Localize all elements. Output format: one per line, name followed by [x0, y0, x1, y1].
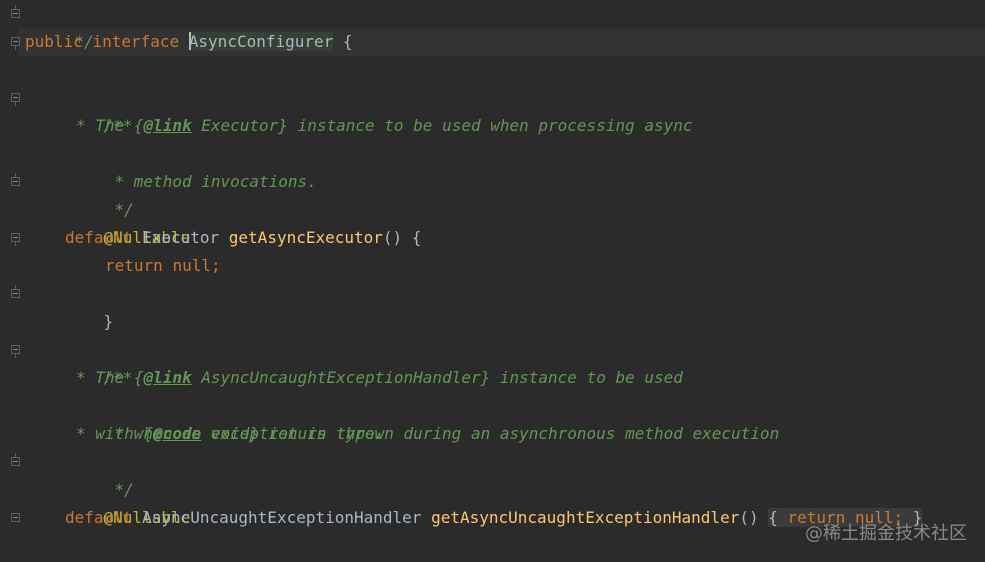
editor-gutter: [0, 0, 20, 562]
code-line[interactable]: */: [76, 448, 134, 499]
method-signature: () {: [382, 228, 422, 247]
keyword-interface: interface: [92, 32, 180, 51]
code-line[interactable]: return null;: [105, 252, 221, 280]
interface-name: AsyncConfigurer: [188, 32, 334, 51]
code-line[interactable]: @Nullable: [65, 476, 191, 527]
doc-comment-text: * The {: [76, 116, 144, 135]
code-line[interactable]: * with {@code void} return type.: [76, 420, 384, 448]
open-brace: {: [342, 32, 353, 51]
code-line[interactable]: default Executor getAsyncExecutor() {: [65, 224, 421, 252]
fold-expand-icon[interactable]: [11, 513, 20, 522]
open-brace: {: [768, 508, 778, 527]
doc-comment-text: Executor} instance to be used when proce…: [191, 116, 693, 135]
fold-expand-icon[interactable]: [11, 233, 20, 246]
close-brace: }: [103, 312, 114, 331]
site-watermark: @稀土掘金技术社区: [805, 523, 967, 544]
doc-comment-text: * The {: [76, 368, 144, 387]
fold-collapse-icon[interactable]: [11, 453, 20, 466]
keyword-default: default: [65, 508, 133, 527]
fold-expand-icon[interactable]: [11, 345, 20, 358]
code-line[interactable]: */: [36, 0, 94, 51]
code-editor[interactable]: */ public interface AsyncConfigurer { /*…: [0, 0, 985, 562]
fold-collapse-icon[interactable]: [11, 173, 20, 186]
doc-comment-text: AsyncUncaughtExceptionHandler} instance …: [191, 368, 683, 387]
code-line[interactable]: @Nullable: [65, 196, 191, 247]
code-line[interactable]: * The {@link Executor} instance to be us…: [76, 112, 693, 140]
code-line[interactable]: }: [65, 280, 114, 331]
keyword-null: null;: [172, 256, 221, 275]
doc-comment-text: * with {: [76, 424, 154, 443]
code-line[interactable]: default AsyncUncaughtExceptionHandler ge…: [65, 504, 923, 532]
fold-expand-icon[interactable]: [11, 93, 20, 106]
doc-code-tag[interactable]: @code: [153, 424, 201, 443]
fold-collapse-icon[interactable]: [11, 285, 20, 298]
code-line[interactable]: public interface AsyncConfigurer {: [25, 28, 353, 56]
method-name: getAsyncUncaughtExceptionHandler: [431, 508, 740, 527]
doc-comment-text: * method invocations.: [114, 172, 317, 191]
code-line[interactable]: * The {@link AsyncUncaughtExceptionHandl…: [76, 364, 683, 392]
code-line[interactable]: /**: [65, 84, 133, 135]
fold-expand-icon[interactable]: [11, 37, 20, 50]
doc-link-tag[interactable]: @link: [143, 116, 191, 135]
code-line[interactable]: /**: [65, 336, 133, 387]
doc-comment-text: void} return type.: [201, 424, 385, 443]
keyword-default: default: [65, 228, 133, 247]
return-type: Executor: [142, 228, 220, 247]
code-line[interactable]: * when an exception is thrown during an …: [76, 392, 780, 443]
keyword-return: return: [105, 256, 163, 275]
method-name: getAsyncExecutor: [228, 228, 383, 247]
method-parens: (): [739, 508, 759, 527]
code-line[interactable]: */: [76, 168, 134, 219]
fold-collapse-icon[interactable]: [11, 5, 20, 18]
keyword-public: public: [25, 32, 83, 51]
return-type: AsyncUncaughtExceptionHandler: [142, 508, 422, 527]
doc-link-tag[interactable]: @link: [143, 368, 191, 387]
code-line[interactable]: * method invocations.: [76, 140, 317, 191]
